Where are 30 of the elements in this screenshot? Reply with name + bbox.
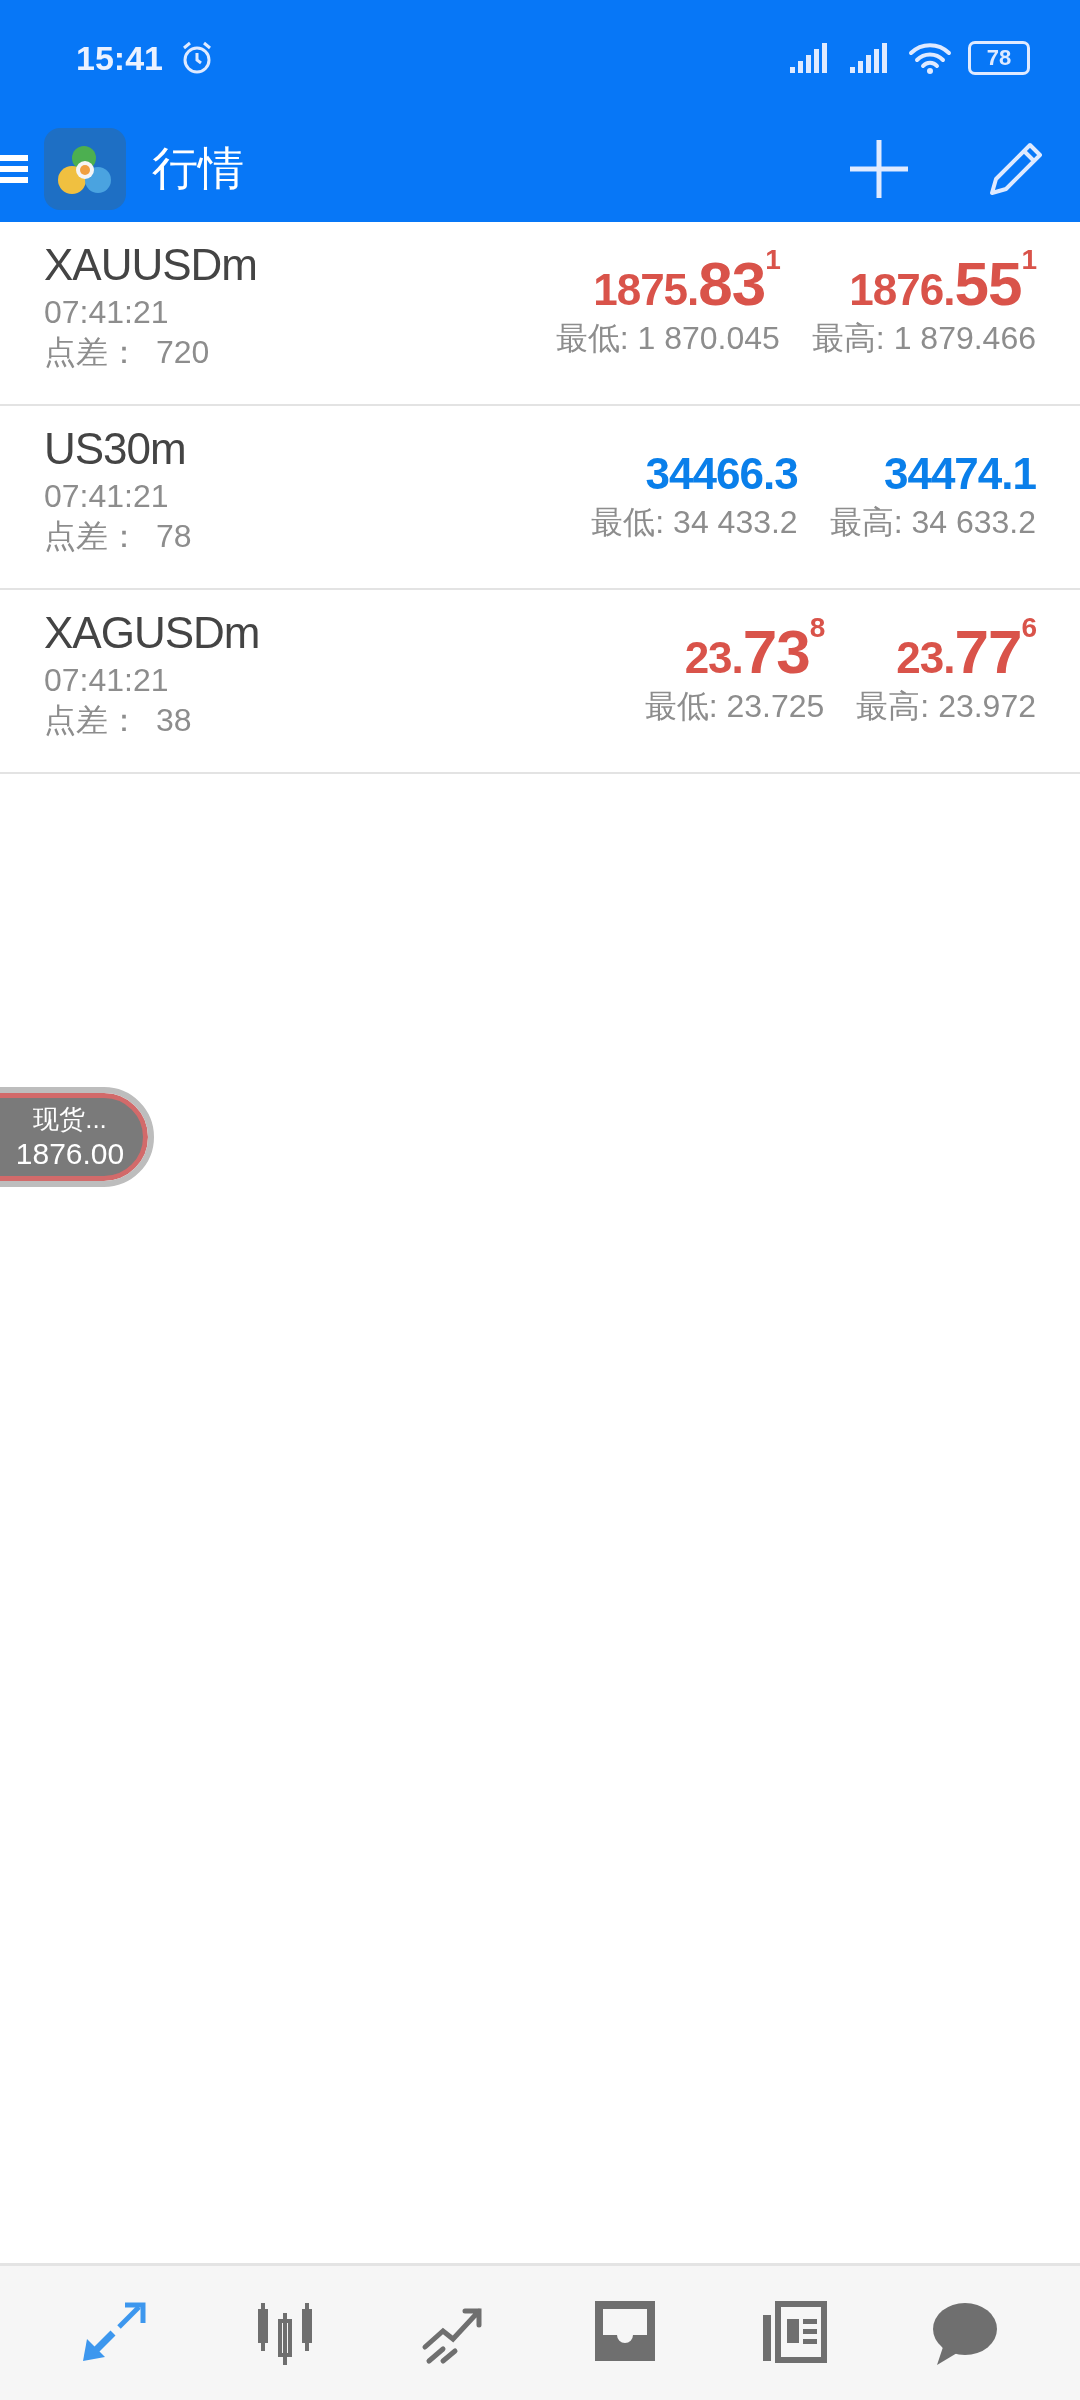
- high-price: 最高: 34 633.2: [829, 503, 1036, 542]
- pencil-icon[interactable]: [988, 141, 1044, 197]
- spread-value: 38: [156, 701, 192, 740]
- quote-time: 07:41:21: [44, 293, 170, 332]
- spread-label: 点差：: [44, 333, 140, 372]
- quote-time: 07:41:21: [44, 477, 170, 516]
- quote-time: 07:41:21: [44, 661, 170, 700]
- app-logo-icon: [44, 128, 126, 210]
- high-price: 最高: 1 879.466: [811, 319, 1036, 358]
- floating-quote-label: 现货...: [33, 1103, 107, 1136]
- symbol-name: XAGUSDm: [44, 607, 261, 659]
- floating-quote-price: 1876.00: [15, 1136, 125, 1172]
- spread-label: 点差：: [44, 701, 140, 740]
- spread-value: 720: [156, 333, 210, 372]
- bid-price: 34466.3: [645, 448, 798, 500]
- wifi-icon: [908, 41, 952, 75]
- ask-price: 34474.1: [883, 448, 1036, 500]
- quote-row[interactable]: US30m 07:41:21 点差： 78 34466.3 最低: 34 433.2 34474.1 最高: 34 633.2: [0, 406, 1080, 590]
- symbol-name: XAUUSDm: [44, 239, 259, 291]
- high-price: 最高: 23.972: [856, 687, 1036, 726]
- low-price: 最低: 34 433.2: [591, 503, 798, 542]
- low-price: 最低: 1 870.045: [555, 319, 780, 358]
- spread-value: 78: [156, 517, 192, 556]
- status-time: 15:41: [76, 38, 163, 78]
- add-icon[interactable]: [848, 138, 910, 200]
- low-price: 最低: 23.725: [644, 687, 825, 726]
- symbol-name: US30m: [44, 423, 187, 475]
- spread-label: 点差：: [44, 517, 140, 556]
- battery-icon: 78: [968, 41, 1030, 75]
- screen-title: 行情: [152, 141, 244, 196]
